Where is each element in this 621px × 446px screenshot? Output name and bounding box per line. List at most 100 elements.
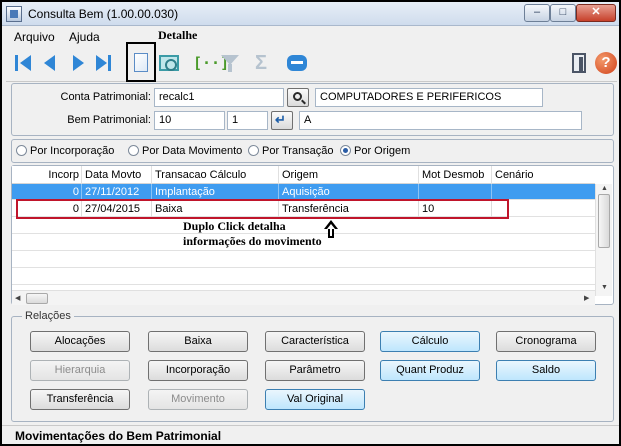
goto-button[interactable]: [··]: [192, 52, 230, 74]
column-header-mot-desmob[interactable]: Mot Desmob: [419, 166, 492, 184]
radio-por-data-movimento[interactable]: Por Data Movimento: [128, 145, 242, 159]
sum-button[interactable]: Σ: [252, 52, 276, 74]
radio-circle: [248, 145, 259, 156]
help-icon: ?: [595, 52, 617, 74]
table-row[interactable]: 0 27/11/2012 Implantação Aquisição: [12, 184, 595, 200]
column-header-cenario[interactable]: Cenário: [492, 166, 595, 184]
cronograma-button[interactable]: Cronograma: [496, 331, 596, 352]
annotation-duplo-click: Duplo Click detalha informações do movim…: [183, 219, 322, 249]
minimize-button[interactable]: –: [524, 4, 550, 22]
fields-panel: Conta Patrimonial: recalc1 COMPUTADORES …: [11, 83, 614, 136]
caracteristica-button[interactable]: Característica: [265, 331, 365, 352]
radio-por-incorporacao[interactable]: Por Incorporação: [16, 145, 114, 159]
bem-input[interactable]: 10: [154, 111, 225, 130]
radio-label: Por Data Movimento: [142, 145, 243, 157]
first-record-icon: [20, 55, 31, 71]
menu-ajuda[interactable]: Ajuda: [69, 30, 100, 44]
scroll-right-icon[interactable]: ▶: [584, 294, 589, 302]
saldo-button[interactable]: Saldo: [496, 360, 596, 381]
menu-arquivo[interactable]: Arquivo: [14, 30, 55, 44]
column-header-data-movto[interactable]: Data Movto: [82, 166, 152, 184]
conta-label: Conta Patrimonial:: [60, 91, 152, 103]
zoom-button[interactable]: [157, 52, 181, 74]
maximize-button[interactable]: □: [550, 4, 576, 22]
horizontal-scrollbar[interactable]: ◀ ▶: [12, 290, 595, 305]
annotation-line: informações do movimento: [183, 234, 322, 248]
close-button[interactable]: ✕: [576, 4, 616, 22]
zoom-icon: [159, 55, 179, 71]
column-header-transacao[interactable]: Transacao Cálculo: [152, 166, 279, 184]
help-button[interactable]: ?: [594, 52, 618, 74]
radio-circle: [128, 145, 139, 156]
printer-icon: [287, 55, 307, 71]
annotation-detalhe: Detalhe: [158, 28, 198, 42]
vertical-scroll-thumb[interactable]: [598, 194, 610, 248]
parametro-button[interactable]: Parâmetro: [265, 360, 365, 381]
bar-icon: [15, 55, 18, 71]
exit-button[interactable]: [567, 52, 591, 74]
scroll-down-icon[interactable]: ▼: [601, 284, 608, 291]
calculo-button[interactable]: Cálculo: [380, 331, 480, 352]
grid-header: Incorp Data Movto Transacao Cálculo Orig…: [12, 166, 595, 184]
print-button[interactable]: [285, 52, 309, 74]
empty-row: [12, 252, 595, 268]
bem-sequence-input[interactable]: 1: [227, 111, 268, 130]
arrow-stem: [328, 229, 334, 238]
radio-por-transacao[interactable]: Por Transação: [248, 145, 334, 159]
title-bar: Consulta Bem (1.00.00.030) – □ ✕: [2, 2, 619, 26]
bem-description: A: [299, 111, 582, 130]
bem-enter-button[interactable]: ↵: [271, 111, 293, 130]
window-title: Consulta Bem (1.00.00.030): [28, 7, 179, 21]
bem-label: Bem Patrimonial:: [67, 114, 151, 126]
column-header-origem[interactable]: Origem: [279, 166, 419, 184]
conta-description: COMPUTADORES E PERIFERICOS: [315, 88, 543, 107]
detail-button[interactable]: [129, 52, 153, 74]
relations-title: Relações: [22, 310, 74, 322]
cell-incorp: 0: [12, 184, 82, 200]
menu-bar: Arquivo Ajuda Detalhe: [2, 27, 619, 45]
cell-transacao: Implantação: [152, 184, 279, 200]
conta-lookup-button[interactable]: [287, 88, 309, 107]
incorporacao-button[interactable]: Incorporação: [148, 360, 248, 381]
transferencia-button[interactable]: Transferência: [30, 389, 130, 410]
horizontal-scroll-thumb[interactable]: [26, 293, 48, 304]
search-icon: [293, 92, 302, 101]
filter-button[interactable]: [218, 52, 242, 74]
annotation-line: Duplo Click detalha: [183, 219, 286, 233]
column-header-incorp[interactable]: Incorp: [12, 166, 82, 184]
goto-icon: [··]: [193, 54, 230, 72]
status-bar: Movimentações do Bem Patrimonial: [2, 425, 619, 444]
radio-por-origem[interactable]: Por Origem: [340, 145, 410, 159]
hierarquia-button[interactable]: Hierarquia: [30, 360, 130, 381]
first-record-button[interactable]: [12, 52, 36, 74]
scroll-up-icon[interactable]: ▲: [601, 185, 608, 192]
scroll-left-icon[interactable]: ◀: [15, 294, 20, 302]
cell-origem: Aquisição: [279, 184, 419, 200]
relations-group: Alocações Baixa Característica Cálculo C…: [11, 316, 614, 422]
movimento-button[interactable]: Movimento: [148, 389, 248, 410]
radio-circle: [16, 145, 27, 156]
alocacoes-button[interactable]: Alocações: [30, 331, 130, 352]
quant-produz-button[interactable]: Quant Produz: [380, 360, 480, 381]
previous-record-button[interactable]: [38, 52, 62, 74]
cell-data-movto: 27/11/2012: [82, 184, 152, 200]
exit-door-icon: [572, 53, 586, 73]
order-radio-group: Por Incorporação Por Data Movimento Por …: [11, 139, 614, 163]
toolbar: [··] Σ ?: [6, 42, 618, 82]
app-icon: [6, 6, 22, 22]
radio-circle-selected: [340, 145, 351, 156]
document-icon: [134, 53, 148, 72]
val-original-button[interactable]: Val Original: [265, 389, 365, 410]
baixa-button[interactable]: Baixa: [148, 331, 248, 352]
enter-icon: ↵: [275, 112, 286, 127]
up-arrow-icon: [324, 220, 338, 240]
empty-row: [12, 269, 595, 285]
radio-label: Por Transação: [262, 145, 334, 157]
conta-input[interactable]: recalc1: [154, 88, 284, 107]
radio-label: Por Incorporação: [30, 145, 115, 157]
next-record-icon: [73, 55, 84, 71]
vertical-scrollbar[interactable]: ▲ ▼: [595, 184, 612, 296]
next-record-button[interactable]: [66, 52, 90, 74]
last-record-button[interactable]: [92, 52, 116, 74]
cell-mot-desmob: [419, 184, 492, 200]
